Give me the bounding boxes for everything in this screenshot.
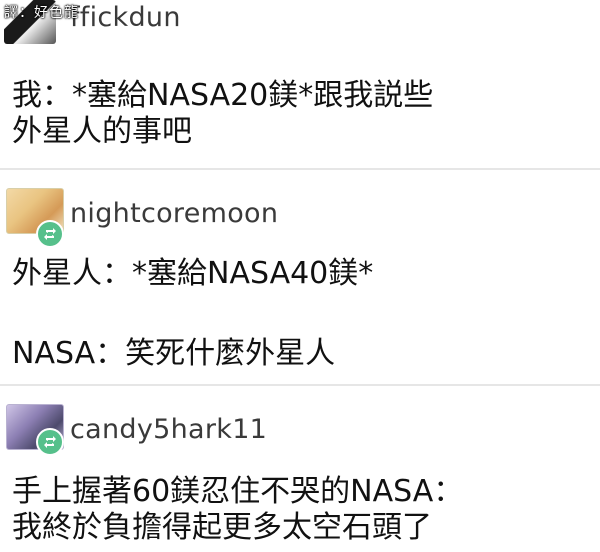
username[interactable]: nightcoremoon [70,198,278,229]
username[interactable]: candy5hark11 [70,414,267,445]
reblog-icon [36,428,64,456]
post-text-line: NASA：笑死什麼外星人 [12,336,336,371]
username[interactable]: ffickdun [70,2,181,33]
post-divider [0,384,600,386]
post-text-line: 手上握著60鎂忍住不哭的NASA： [12,474,464,509]
translator-watermark: 譯：好色龍 [4,5,79,21]
reblog-icon-glyph [44,436,56,448]
reblog-icon-glyph [44,228,56,240]
reblog-icon [36,220,64,248]
post-text-line: 外星人的事吧 [12,114,192,149]
post-text-line: 外星人：*塞給NASA40鎂* [12,256,374,291]
post-divider [0,168,600,170]
meme-page: 譯：好色龍 ffickdun 我：*塞給NASA20鎂*跟我説些 外星人的事吧 … [0,0,600,552]
post-text-line: 我：*塞給NASA20鎂*跟我説些 [12,78,434,113]
post-text-line: 我終於負擔得起更多太空石頭了 [12,510,432,545]
